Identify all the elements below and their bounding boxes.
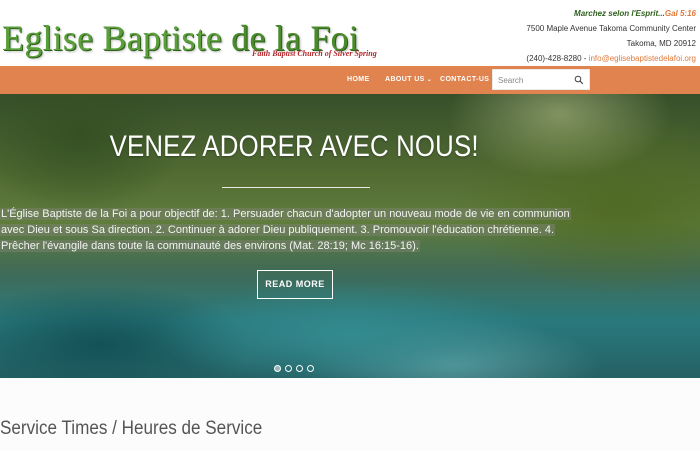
search-icon[interactable] bbox=[574, 75, 584, 85]
nav-item-home[interactable]: HOME bbox=[347, 66, 370, 94]
slider-dot-3[interactable] bbox=[296, 365, 303, 372]
hero-divider bbox=[222, 187, 370, 188]
nav-item-contact-us[interactable]: CONTACT-US bbox=[440, 66, 489, 94]
service-times-section: Service Times / Heures de Service bbox=[0, 378, 700, 450]
main-nav: HOME ABOUT US ⌄ CONTACT-US bbox=[0, 66, 700, 94]
logo-title-main: Eglise Baptiste bbox=[2, 18, 222, 58]
slider-pagination bbox=[274, 359, 318, 372]
chevron-down-icon: ⌄ bbox=[426, 77, 433, 83]
hero-slider: VENEZ ADORER AVEC NOUS! L'Église Baptist… bbox=[0, 94, 700, 378]
slider-dot-1[interactable] bbox=[274, 365, 281, 372]
search-box bbox=[492, 69, 590, 90]
phone-email: (240)-428-8280 - info@eglisebaptistedela… bbox=[506, 51, 696, 66]
section-title: Service Times / Heures de Service bbox=[0, 418, 263, 439]
address-line-1: 7500 Maple Avenue Takoma Community Cente… bbox=[526, 24, 696, 33]
slider-dot-2[interactable] bbox=[285, 365, 292, 372]
hero-text-content: L'Église Baptiste de la Foi a pour objec… bbox=[0, 208, 571, 252]
header-contact: Marchez selon l'Esprit...Gal 5:16 7500 M… bbox=[506, 6, 696, 66]
slider-dot-4[interactable] bbox=[307, 365, 314, 372]
motto: Marchez selon l'Esprit...Gal 5:16 bbox=[574, 9, 696, 18]
address-line-2: Takoma, MD 20912 bbox=[626, 39, 696, 48]
search-input[interactable] bbox=[498, 73, 574, 87]
hero-text: L'Église Baptiste de la Foi a pour objec… bbox=[0, 206, 592, 254]
logo-subtitle: Faith Baptist Church of Silver Spring bbox=[252, 49, 377, 58]
email-link[interactable]: info@eglisebaptistedelafoi.org bbox=[589, 54, 696, 63]
site-header: Eglise Baptiste de la Foi Faith Baptist … bbox=[0, 0, 700, 66]
read-more-button[interactable]: READ MORE bbox=[257, 270, 333, 299]
nav-item-about-us-label: ABOUT US bbox=[385, 76, 425, 83]
hero-title: VENEZ ADORER AVEC NOUS! bbox=[109, 130, 479, 163]
motto-reference: Gal 5:16 bbox=[664, 9, 696, 18]
phone: (240)-428-8280 - bbox=[526, 54, 589, 63]
nav-item-about-us[interactable]: ABOUT US ⌄ bbox=[385, 66, 432, 94]
